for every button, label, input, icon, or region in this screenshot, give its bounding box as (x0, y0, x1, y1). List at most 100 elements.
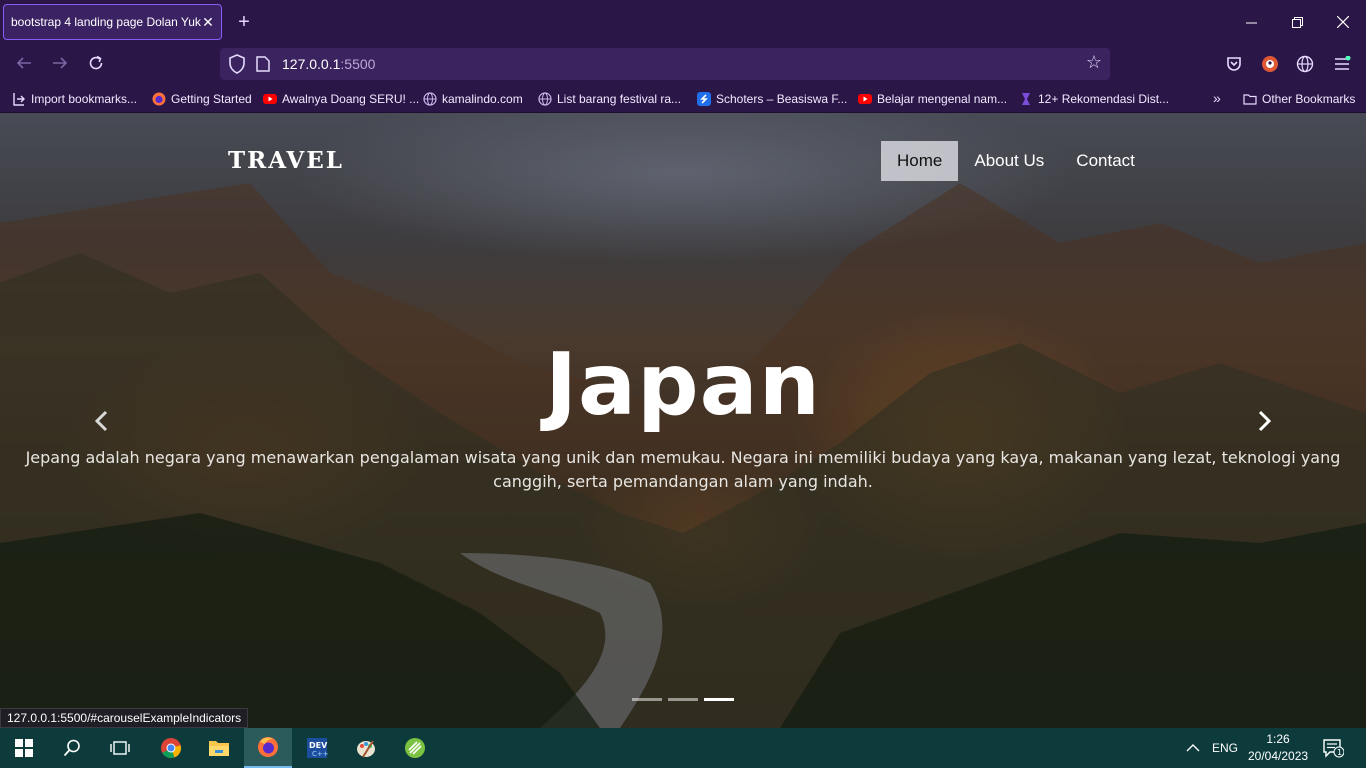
firefox-taskbar-button[interactable] (244, 728, 292, 768)
task-view-icon (110, 741, 130, 755)
browser-tab[interactable]: bootstrap 4 landing page Dolan Yuk ✕ (3, 4, 222, 40)
carousel-indicators (632, 698, 734, 701)
import-icon (13, 93, 25, 106)
globe-icon (1296, 55, 1314, 73)
clock-time: 1:26 (1266, 732, 1290, 746)
bookmark-label: kamalindo.com (442, 92, 523, 106)
carousel-indicator[interactable] (704, 698, 734, 701)
bookmark-item[interactable]: Getting Started (152, 91, 252, 107)
new-tab-button[interactable]: + (233, 11, 255, 33)
page-icon[interactable] (256, 56, 270, 72)
bookmark-label: List barang festival ra... (557, 92, 682, 106)
carousel-prev-icon[interactable] (92, 409, 112, 433)
paint-icon (357, 740, 375, 758)
bookmark-label: Getting Started (171, 92, 252, 106)
chevron-double-right-icon[interactable]: » (1213, 90, 1221, 106)
clock[interactable]: 1:26 20/04/2023 (1248, 731, 1308, 765)
task-view-button[interactable] (96, 728, 144, 768)
address-bar[interactable]: 127.0.0.1:5500 ☆ (220, 48, 1110, 80)
schoters-icon (697, 92, 711, 106)
url-host: 127.0.0.1 (282, 56, 341, 72)
bookmark-item[interactable]: Belajar mengenal nam... (858, 91, 1007, 107)
menu-button[interactable] (1332, 54, 1352, 74)
close-window-button[interactable] (1320, 0, 1366, 44)
back-button[interactable] (13, 54, 35, 76)
reload-icon (89, 55, 103, 70)
bookmark-item[interactable]: List barang festival ra... (538, 91, 681, 107)
carousel-indicator[interactable] (632, 698, 662, 701)
chrome-icon (161, 738, 182, 759)
start-button[interactable] (0, 728, 48, 768)
notifications-button[interactable]: 1 (1322, 728, 1344, 768)
file-explorer-icon (209, 741, 229, 756)
notification-count: 1 (1337, 748, 1342, 757)
hero-description: Jepang adalah negara yang menawarkan pen… (25, 448, 1341, 491)
svg-text:C++: C++ (312, 750, 328, 758)
firefox-icon (152, 92, 166, 106)
nav-about[interactable]: About Us (958, 141, 1060, 181)
restore-button[interactable] (1274, 0, 1320, 44)
app-taskbar-button[interactable] (391, 728, 439, 768)
paint-taskbar-button[interactable] (342, 728, 390, 768)
tray-overflow-button[interactable] (1186, 728, 1200, 768)
shield-icon[interactable] (228, 54, 246, 74)
bookmark-item[interactable]: Schoters – Beasiswa F... (697, 91, 847, 107)
nav-home[interactable]: Home (881, 141, 959, 181)
pocket-button[interactable] (1224, 54, 1244, 74)
tab-bar: bootstrap 4 landing page Dolan Yuk ✕ + (0, 0, 1366, 44)
bookmark-label: Awalnya Doang SERU! ... (282, 92, 420, 106)
globe-icon (423, 92, 437, 106)
bookmarks-bar: Import bookmarks... Getting Started Awal… (0, 85, 1366, 113)
close-icon (1337, 16, 1349, 28)
arrow-right-icon (53, 57, 68, 69)
pocket-icon (1227, 57, 1241, 71)
youtube-icon (858, 94, 872, 104)
language-indicator[interactable]: ENG (1212, 728, 1238, 768)
translate-extension-button[interactable] (1295, 54, 1315, 74)
bookmark-star-icon[interactable]: ☆ (1086, 52, 1102, 73)
minimize-button[interactable] (1228, 0, 1274, 44)
devcpp-taskbar-button[interactable]: DEV C++ (293, 728, 341, 768)
chrome-taskbar-button[interactable] (147, 728, 195, 768)
bookmark-item[interactable]: Awalnya Doang SERU! ... (263, 91, 419, 107)
firefox-icon (258, 737, 278, 757)
tab-title: bootstrap 4 landing page Dolan Yuk (11, 15, 201, 29)
folder-icon (1243, 94, 1257, 105)
nav-contact[interactable]: Contact (1060, 141, 1151, 181)
clock-date: 20/04/2023 (1248, 749, 1309, 763)
arrow-left-icon (16, 57, 31, 69)
duckduckgo-icon (1262, 56, 1278, 72)
carousel-indicator[interactable] (668, 698, 698, 701)
file-explorer-taskbar-button[interactable] (195, 728, 243, 768)
search-button[interactable] (48, 728, 96, 768)
hamburger-menu-icon (1335, 56, 1351, 70)
window-controls (1228, 0, 1366, 44)
other-bookmarks-label: Other Bookmarks (1262, 92, 1356, 106)
tab-close-icon[interactable]: ✕ (201, 14, 215, 31)
app-icon (405, 738, 425, 758)
hero-title: Japan (545, 335, 821, 435)
reload-button[interactable] (85, 54, 107, 76)
restore-icon (1291, 16, 1303, 28)
status-bar-url: 127.0.0.1:5500/#carouselExampleIndicator… (0, 708, 249, 728)
carousel-next-icon[interactable] (1254, 409, 1274, 433)
taskbar: DEV C++ ENG 1:26 20/04/2023 1 (0, 728, 1366, 768)
minimize-icon (1245, 22, 1257, 23)
duckduckgo-extension-button[interactable] (1260, 54, 1280, 74)
site-brand[interactable]: TRAVEL (228, 147, 344, 174)
other-bookmarks[interactable]: Other Bookmarks (1243, 91, 1355, 107)
svg-text:DEV: DEV (309, 741, 328, 750)
windows-start-icon (15, 739, 33, 757)
devcpp-icon: DEVC++ (307, 738, 328, 758)
site-nav: Home About Us Contact (881, 141, 1151, 181)
bookmark-label: Belajar mengenal nam... (877, 92, 1008, 106)
bookmark-item[interactable]: Import bookmarks... (12, 91, 137, 107)
forward-button[interactable] (49, 54, 71, 76)
bookmark-label: Schoters – Beasiswa F... (716, 92, 848, 106)
bookmark-label: 12+ Rekomendasi Dist... (1038, 92, 1170, 106)
chevron-up-icon (1186, 744, 1200, 752)
bookmark-label: Import bookmarks... (31, 92, 138, 106)
notification-icon: 1 (1323, 739, 1344, 758)
bookmark-item[interactable]: kamalindo.com (423, 91, 523, 107)
bookmark-item[interactable]: 12+ Rekomendasi Dist... (1019, 91, 1169, 107)
